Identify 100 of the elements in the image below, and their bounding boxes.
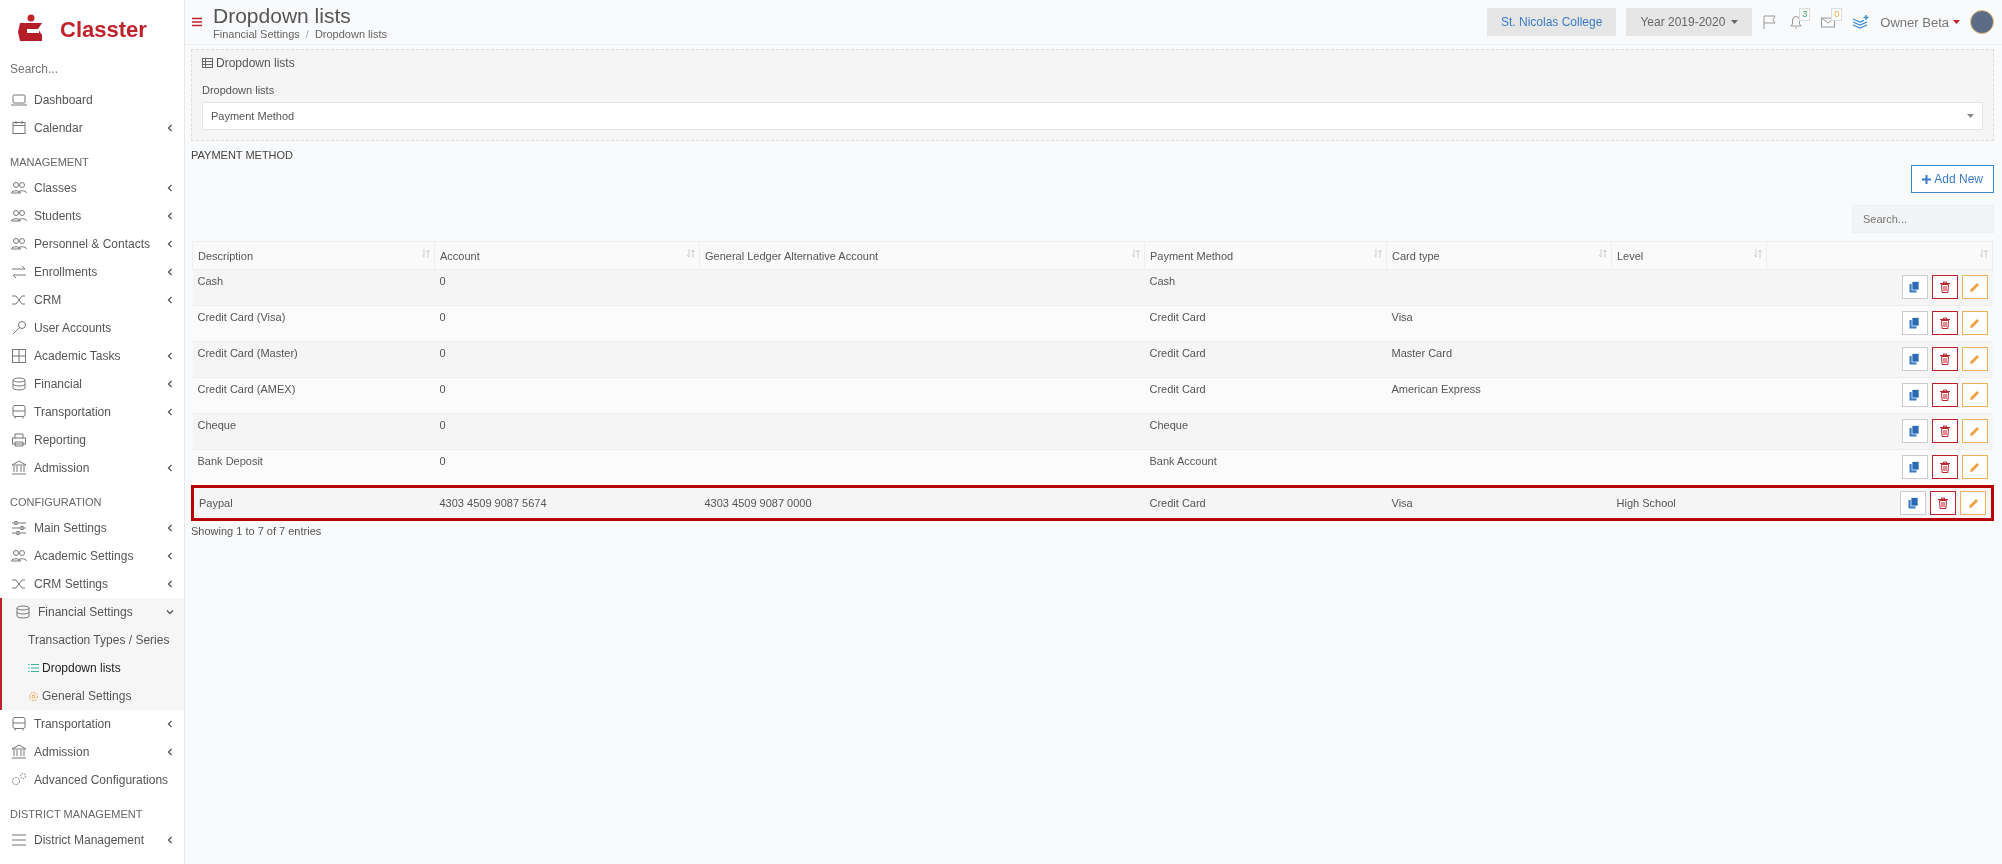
breadcrumb-separator: / [305, 28, 309, 40]
table-cell: Paypal [199, 497, 233, 509]
table-cell: Cash [1149, 275, 1176, 287]
flag-icon[interactable] [1762, 14, 1779, 30]
avatar[interactable] [1970, 10, 1994, 34]
sort-icon[interactable] [422, 249, 430, 258]
caret-icon [1953, 20, 1960, 24]
copy-button[interactable] [1900, 491, 1926, 515]
search-field[interactable]: Search... [0, 52, 170, 86]
caret-icon [1731, 20, 1739, 24]
sidebar-item[interactable]: CRM Settings [0, 570, 184, 598]
menu-icon [10, 831, 28, 849]
gear-icon [28, 690, 39, 702]
copy-button[interactable] [1901, 419, 1928, 443]
table-icon [202, 58, 213, 68]
submenu-item[interactable]: Dropdown lists [2, 654, 184, 682]
sort-icon[interactable] [1374, 249, 1382, 258]
chevron-icon [166, 240, 174, 248]
sidebar-item[interactable]: CRM [0, 286, 184, 314]
sidebar-item[interactable]: Financial [0, 370, 184, 398]
table-cell: 4303 4509 9087 5674 [439, 497, 547, 509]
sidebar-item[interactable]: Calendar [0, 114, 184, 142]
bus-icon [10, 403, 28, 421]
copy-button[interactable] [1901, 383, 1928, 407]
entries-info: Showing 1 to 7 of 7 entries [191, 525, 323, 537]
copy-button[interactable] [1901, 311, 1928, 335]
pencil-icon [1969, 389, 1980, 401]
table-cell: Master Card [1391, 347, 1453, 359]
copy-icon [1909, 461, 1920, 473]
delete-button[interactable] [1931, 419, 1958, 443]
column-header[interactable]: General Ledger Alternative Account [699, 241, 1145, 270]
school-button[interactable]: St. Nicolas College [1487, 8, 1617, 36]
table-cell: High School [1616, 497, 1676, 509]
sidebar-item[interactable]: District Management [0, 826, 184, 854]
sort-icon[interactable] [1132, 249, 1140, 258]
table-search-field[interactable]: Search... [1852, 205, 1994, 233]
breadcrumb-link[interactable]: Dropdown lists [314, 28, 388, 40]
sidebar-item[interactable]: Classes [0, 174, 184, 202]
sidebar-item[interactable]: Enrollments [0, 258, 184, 286]
sidebar-item[interactable]: Admission [0, 738, 184, 766]
sidebar-item[interactable]: Admission [0, 454, 184, 482]
sidebar-item[interactable]: Transportation [0, 710, 184, 738]
copy-button[interactable] [1901, 275, 1928, 299]
chevron-icon [166, 720, 174, 728]
table-cell: American Express [1391, 383, 1481, 395]
table-cell: 0 [439, 455, 446, 467]
sort-icon[interactable] [1754, 249, 1762, 258]
delete-button[interactable] [1931, 347, 1958, 371]
sidebar-item[interactable]: Dashboard [0, 86, 184, 114]
delete-button[interactable] [1931, 275, 1958, 299]
column-header[interactable]: Payment Method [1144, 241, 1387, 270]
grid-icon [10, 347, 28, 365]
sidebar-item[interactable]: Students [0, 202, 184, 230]
pencil-icon [1969, 461, 1980, 473]
sidebar-item[interactable]: Personnel & Contacts [0, 230, 184, 258]
layers-plus-icon[interactable] [1852, 14, 1871, 30]
calendar-icon [10, 119, 28, 137]
sidebar-item[interactable]: Academic Tasks [0, 342, 184, 370]
copy-button[interactable] [1901, 347, 1928, 371]
submenu-item[interactable]: Transaction Types / Series [2, 626, 184, 654]
user-menu[interactable]: Owner Beta [1880, 14, 1960, 30]
dropdown-select[interactable]: Payment Method [202, 102, 1983, 130]
sidebar-item[interactable]: Financial Settings [2, 598, 184, 626]
add-new-button[interactable]: Add New [1911, 165, 1994, 193]
coins-icon [14, 603, 32, 621]
menu-icon[interactable] [191, 16, 203, 28]
sidebar-item[interactable]: Transportation [0, 398, 184, 426]
delete-button[interactable] [1931, 383, 1958, 407]
column-header[interactable]: Level [1611, 241, 1767, 270]
delete-button[interactable] [1930, 491, 1956, 515]
sidebar-item[interactable]: Academic Settings [0, 542, 184, 570]
submenu-item[interactable]: General Settings [2, 682, 184, 710]
printer-icon [10, 431, 28, 449]
trash-icon [1939, 281, 1950, 293]
chevron-icon [166, 608, 174, 616]
sort-icon[interactable] [1599, 249, 1607, 258]
list-icon [28, 663, 39, 673]
year-dropdown[interactable]: Year 2019-2020 [1626, 8, 1753, 36]
delete-button[interactable] [1931, 455, 1958, 479]
pencil-icon [1969, 425, 1980, 437]
sidebar-item[interactable]: Main Settings [0, 514, 184, 542]
table-cell: Visa [1391, 497, 1413, 509]
pencil-icon [1969, 317, 1980, 329]
breadcrumb-link[interactable]: Financial Settings [213, 28, 300, 40]
column-header[interactable]: Card type [1386, 241, 1612, 270]
copy-button[interactable] [1901, 455, 1928, 479]
pencil-icon [1967, 497, 1979, 509]
table-cell: Cheque [197, 419, 237, 431]
table-cell: Credit Card [1149, 497, 1206, 509]
sidebar-item[interactable]: Advanced Configurations [0, 766, 184, 794]
sidebar-item[interactable]: User Accounts [0, 314, 184, 342]
sliders-icon [10, 519, 28, 537]
column-header[interactable]: Account [434, 241, 700, 270]
trash-icon [1939, 425, 1950, 437]
sort-icon[interactable] [687, 249, 695, 258]
delete-button[interactable] [1931, 311, 1958, 335]
sidebar-item[interactable]: Reporting [0, 426, 184, 454]
column-header[interactable]: Description [192, 241, 435, 270]
sort-icon[interactable] [1980, 249, 1988, 258]
table-cell: Cheque [1149, 419, 1189, 431]
